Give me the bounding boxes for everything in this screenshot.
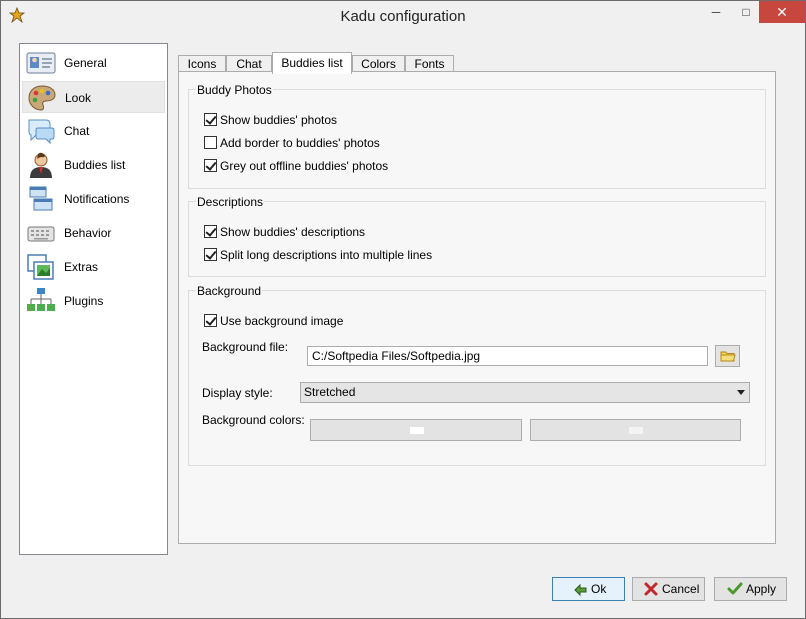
notification-windows-icon: [29, 186, 53, 211]
background-file-label: Background file:: [202, 340, 289, 354]
sidebar-item-label: Buddies list: [64, 158, 126, 172]
person-icon: [30, 152, 52, 178]
color-swatch: [629, 427, 643, 434]
minimize-button[interactable]: ─: [701, 1, 731, 23]
cancel-button[interactable]: Cancel: [632, 577, 705, 601]
sidebar-item-buddies-list[interactable]: Buddies list: [22, 149, 165, 181]
grey-out-checkbox[interactable]: [204, 159, 217, 172]
title-bar: Kadu configuration ─ □ ✕: [1, 1, 805, 32]
sidebar-item-general[interactable]: General: [22, 47, 165, 79]
sidebar-item-extras[interactable]: Extras: [22, 251, 165, 283]
cancel-button-label: Cancel: [662, 582, 700, 596]
keyboard-icon: [27, 226, 55, 242]
group-title: Buddy Photos: [196, 83, 273, 97]
checkbox-label: Show buddies' photos: [220, 113, 338, 127]
sidebar-item-label: Behavior: [64, 226, 112, 240]
window-title: Kadu configuration: [340, 8, 466, 25]
cancel-x-icon: [644, 582, 658, 596]
background-colors-label: Background colors:: [202, 413, 305, 427]
maximize-button[interactable]: □: [731, 1, 761, 23]
sidebar-item-label: Plugins: [64, 294, 104, 308]
color-swatch: [410, 427, 424, 434]
ok-arrow-icon: [574, 583, 587, 597]
sidebar-item-look[interactable]: Look: [22, 81, 165, 113]
chevron-down-icon: [737, 390, 745, 395]
group-title: Descriptions: [196, 195, 265, 209]
use-background-checkbox[interactable]: [204, 314, 217, 327]
show-photos-checkbox[interactable]: [204, 113, 217, 126]
sidebar-item-label: Chat: [64, 124, 90, 138]
plugin-tree-icon: [27, 288, 55, 311]
folder-icon: [720, 351, 736, 362]
browse-file-button[interactable]: [715, 345, 740, 367]
checkbox-label: Add border to buddies' photos: [220, 136, 380, 150]
checkbox-label: Split long descriptions into multiple li…: [220, 248, 433, 262]
sidebar-item-chat[interactable]: Chat: [22, 115, 165, 147]
sidebar-item-label: General: [64, 56, 107, 70]
checkmark-icon: [727, 582, 743, 595]
background-color-1-button[interactable]: [310, 419, 522, 441]
add-border-checkbox[interactable]: [204, 136, 217, 149]
sidebar-item-label: Notifications: [64, 192, 130, 206]
apply-button-label: Apply: [746, 582, 777, 596]
split-descriptions-checkbox[interactable]: [204, 248, 217, 261]
ok-button[interactable]: Ok: [552, 577, 625, 601]
pictures-icon: [27, 254, 54, 280]
sidebar-item-label: Extras: [64, 260, 99, 274]
checkbox-label: Use background image: [220, 314, 344, 328]
id-card-icon: [26, 52, 56, 74]
close-button[interactable]: ✕: [759, 1, 805, 23]
sidebar-item-notifications[interactable]: Notifications: [22, 183, 165, 215]
sidebar-item-label: Look: [65, 91, 92, 105]
apply-button[interactable]: Apply: [714, 577, 787, 601]
show-descriptions-checkbox[interactable]: [204, 225, 217, 238]
sidebar-item-behavior[interactable]: Behavior: [22, 217, 165, 249]
config-window: Kadu configuration ─ □ ✕ General Look Ch…: [0, 0, 806, 619]
display-style-select[interactable]: Stretched: [300, 382, 750, 403]
tab-buddies-list[interactable]: Buddies list: [272, 52, 352, 74]
display-style-label: Display style:: [202, 386, 273, 400]
descriptions-group: [188, 201, 766, 277]
speech-bubble-icon: [28, 119, 55, 145]
background-color-2-button[interactable]: [530, 419, 741, 441]
checkbox-label: Show buddies' descriptions: [220, 225, 366, 239]
sidebar-item-plugins[interactable]: Plugins: [22, 285, 165, 317]
group-title: Background: [196, 284, 263, 298]
ok-button-label: Ok: [591, 582, 607, 596]
background-file-input[interactable]: C:/Softpedia Files/Softpedia.jpg: [307, 346, 708, 366]
display-style-value: Stretched: [304, 385, 356, 399]
checkbox-label: Grey out offline buddies' photos: [220, 159, 389, 173]
palette-icon: [28, 85, 56, 111]
category-sidebar: General Look Chat Buddies list Notificat…: [19, 43, 168, 555]
